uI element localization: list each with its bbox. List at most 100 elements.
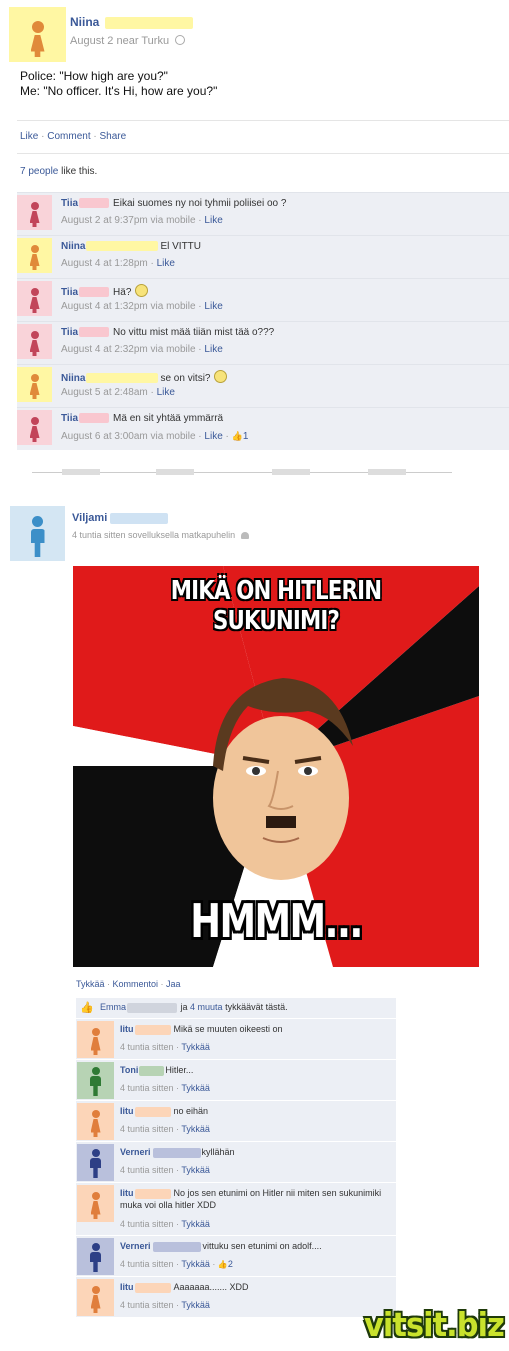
female-avatar-icon	[29, 374, 40, 399]
commenter-avatar[interactable]	[17, 324, 52, 359]
comment-like-link[interactable]: Tykkää	[181, 1259, 210, 1269]
commenter-avatar[interactable]	[17, 195, 52, 230]
comment-like-link[interactable]: Like	[157, 387, 175, 398]
comment-time[interactable]: August 4 at 1:32pm via mobile	[61, 301, 196, 312]
comment: Verneri vittuku sen etunimi on adolf.... …	[76, 1235, 396, 1276]
comment-link[interactable]: Kommentoi	[113, 979, 159, 989]
commenter-name[interactable]: Iitu	[120, 1024, 134, 1034]
commenter-avatar[interactable]	[77, 1062, 114, 1099]
like-link[interactable]: Tykkää	[76, 979, 105, 989]
author-name[interactable]: Niina	[70, 15, 99, 29]
comment: Niina se on vitsi? August 5 at 2:48am · L…	[17, 364, 509, 407]
commenter-name[interactable]: Verneri	[120, 1241, 151, 1251]
commenter-avatar[interactable]	[17, 238, 52, 273]
commenter-name[interactable]: Toni	[120, 1065, 138, 1075]
comment-like-link[interactable]: Tykkää	[181, 1165, 210, 1175]
separator: ·	[90, 131, 100, 142]
comment-meta: August 4 at 1:32pm via mobile · Like	[61, 301, 223, 313]
comment-time[interactable]: 4 tuntia sitten	[120, 1300, 174, 1310]
separator: ·	[209, 1259, 218, 1269]
commenter-name[interactable]: Tiia	[61, 198, 78, 209]
watermark-text: vitsit.biz	[364, 1305, 505, 1344]
comment-time[interactable]: August 5 at 2:48am	[61, 387, 148, 398]
comment-time[interactable]: 4 tuntia sitten	[120, 1165, 174, 1175]
comment-like-link[interactable]: Tykkää	[181, 1083, 210, 1093]
comment-time[interactable]: 4 tuntia sitten	[120, 1259, 174, 1269]
comment-like-link[interactable]: Tykkää	[181, 1124, 210, 1134]
commenter-avatar[interactable]	[77, 1021, 114, 1058]
comment-meta: 4 tuntia sitten · Tykkää	[120, 1041, 210, 1053]
comment-time[interactable]: 4 tuntia sitten	[120, 1124, 174, 1134]
post-meta[interactable]: 4 tuntia sitten sovelluksella matkapuhel…	[72, 530, 235, 540]
commenter-avatar[interactable]	[77, 1279, 114, 1316]
name-redaction	[152, 1241, 201, 1252]
commenter-name[interactable]: Iitu	[120, 1282, 134, 1292]
commenter-name[interactable]: Tiia	[61, 287, 78, 298]
comment-time[interactable]: 4 tuntia sitten	[120, 1219, 174, 1229]
comment-like-link[interactable]: Like	[204, 215, 222, 226]
commenter-name[interactable]: Tiia	[61, 327, 78, 338]
thumbs-up-icon[interactable]: 👍	[232, 431, 243, 441]
commenter-avatar[interactable]	[77, 1185, 114, 1222]
commenter-name[interactable]: Niina	[61, 373, 85, 384]
comment-like-link[interactable]: Tykkää	[181, 1219, 210, 1229]
comment-time[interactable]: August 4 at 2:32pm via mobile	[61, 344, 196, 355]
female-avatar-icon	[29, 202, 40, 227]
comment-text-row: Iitu No jos sen etunimi on Hitler nii mit…	[120, 1187, 390, 1211]
share-link[interactable]: Share	[100, 131, 127, 142]
comment-text-row: Tiia Eikai suomes ny noi tyhmii poliisei …	[61, 198, 286, 210]
comment-text-row: Niina se on vitsi?	[61, 370, 228, 385]
likes-summary: 7 people like this.	[20, 166, 97, 177]
male-avatar-icon	[90, 1067, 101, 1096]
author-avatar[interactable]	[10, 506, 65, 561]
commenter-avatar[interactable]	[77, 1238, 114, 1275]
comment-text-row: Tiia Hä?	[61, 284, 149, 299]
name-redaction	[110, 512, 169, 524]
comment-like-count[interactable]: 2	[228, 1259, 233, 1269]
comment-like-count[interactable]: 1	[243, 431, 249, 442]
likes-count-link[interactable]: 7 people	[20, 166, 58, 177]
thumbs-up-icon[interactable]: 👍	[218, 1260, 228, 1269]
author-name-row: Niina	[70, 15, 193, 29]
author-name[interactable]: Viljami	[72, 512, 107, 524]
commenter-avatar[interactable]	[17, 410, 52, 445]
comment-link[interactable]: Comment	[47, 131, 90, 142]
comment-meta: August 6 at 3:00am via mobile · Like · 👍…	[61, 430, 248, 443]
comment-text-row: Toni Hitler...	[120, 1064, 390, 1076]
smiley-icon	[214, 370, 228, 383]
liker-name[interactable]: Emma	[100, 1002, 126, 1012]
comment-text: El VITTU	[160, 241, 202, 252]
commenter-avatar[interactable]	[77, 1144, 114, 1181]
comment-time[interactable]: August 2 at 9:37pm via mobile	[61, 215, 196, 226]
comment-like-link[interactable]: Tykkää	[181, 1042, 210, 1052]
commenter-avatar[interactable]	[17, 281, 52, 316]
commenter-name[interactable]: Verneri	[120, 1147, 151, 1157]
comment-meta: 4 tuntia sitten · Tykkää	[120, 1164, 210, 1176]
commenter-name[interactable]: Iitu	[120, 1188, 134, 1198]
comment-time[interactable]: August 6 at 3:00am via mobile	[61, 431, 196, 442]
post-date[interactable]: August 2 near Turku	[70, 35, 169, 47]
likes-others-link[interactable]: 4 muuta	[190, 1002, 223, 1012]
divider-segment	[368, 469, 406, 475]
comment-meta: 4 tuntia sitten · Tykkää	[120, 1082, 210, 1094]
comment-like-link[interactable]: Like	[204, 431, 222, 442]
divider	[17, 120, 509, 121]
comment-like-link[interactable]: Like	[204, 344, 222, 355]
comment-time[interactable]: August 4 at 1:28pm	[61, 258, 148, 269]
author-avatar[interactable]	[9, 7, 66, 62]
comment-text: Mä en sit yhtää ymmärrä	[113, 413, 224, 424]
commenter-avatar[interactable]	[17, 367, 52, 402]
commenter-name[interactable]: Niina	[61, 241, 85, 252]
name-redaction	[134, 1282, 171, 1293]
share-link[interactable]: Jaa	[166, 979, 181, 989]
commenter-avatar[interactable]	[77, 1103, 114, 1140]
comment-like-link[interactable]: Tykkää	[181, 1300, 210, 1310]
commenter-name[interactable]: Tiia	[61, 413, 78, 424]
comment-time[interactable]: 4 tuntia sitten	[120, 1042, 174, 1052]
meme-image[interactable]: MIKÄ ON HITLERIN SUKUNIMI? HMMM...	[73, 566, 479, 967]
like-link[interactable]: Like	[20, 131, 38, 142]
commenter-name[interactable]: Iitu	[120, 1106, 134, 1116]
comment-like-link[interactable]: Like	[157, 258, 175, 269]
comment-like-link[interactable]: Like	[204, 301, 222, 312]
comment-time[interactable]: 4 tuntia sitten	[120, 1083, 174, 1093]
